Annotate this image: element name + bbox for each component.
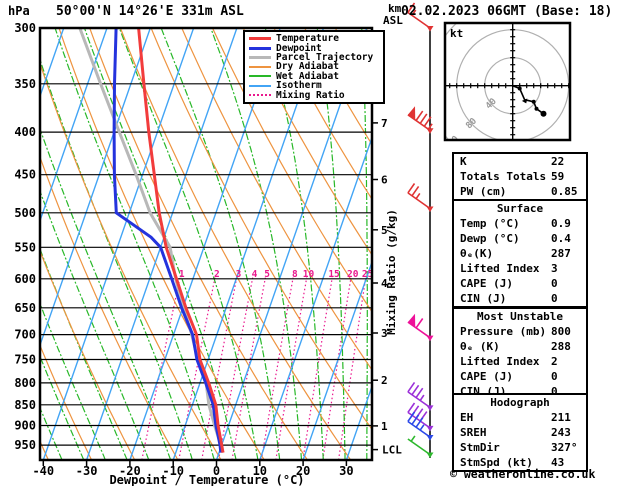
svg-text:1: 1 (179, 269, 185, 280)
svg-text:kt: kt (450, 27, 463, 40)
hodograph-table-title: Hodograph (454, 395, 586, 410)
svg-text:8: 8 (292, 269, 298, 280)
wind-barb-staff (408, 3, 434, 458)
table-row: Lifted Index2 (454, 354, 586, 369)
legend: Temperature Dewpoint Parcel Trajectory D… (243, 30, 385, 104)
legend-item-mixing-ratio: Mixing Ratio (249, 90, 383, 99)
svg-text:850: 850 (14, 398, 36, 412)
svg-text:400: 400 (14, 125, 36, 139)
svg-text:2: 2 (381, 374, 388, 387)
table-row: θₑ(K)287 (454, 246, 586, 261)
table-row: StmDir327° (454, 440, 586, 455)
parcel-line-swatch (249, 56, 271, 59)
svg-text:Dewpoint / Temperature (°C): Dewpoint / Temperature (°C) (109, 473, 304, 486)
svg-text:700: 700 (14, 328, 36, 342)
dry-adiabat-line-swatch (249, 66, 271, 68)
svg-text:350: 350 (14, 77, 36, 91)
mixing-ratio-line-swatch (249, 94, 271, 96)
table-row: Lifted Index3 (454, 261, 586, 276)
svg-text:750: 750 (14, 353, 36, 367)
hodograph-stats-table: Hodograph EH211 SREH243 StmDir327° StmSp… (452, 393, 588, 472)
table-row: SREH243 (454, 425, 586, 440)
svg-text:20: 20 (347, 269, 359, 280)
svg-text:5: 5 (264, 269, 270, 280)
svg-text:-30: -30 (76, 464, 98, 478)
pressure-axis-unit: hPa (8, 4, 30, 18)
svg-text:450: 450 (14, 168, 36, 182)
svg-text:500: 500 (14, 206, 36, 220)
svg-text:300: 300 (14, 21, 36, 35)
svg-text:900: 900 (14, 419, 36, 433)
table-row: Pressure (mb)800 (454, 324, 586, 339)
indices-table: K22 Totals Totals59 PW (cm)0.85 (452, 152, 588, 201)
svg-text:4: 4 (252, 269, 258, 280)
table-row: Totals Totals59 (454, 169, 586, 184)
hodograph: 4080120kt (429, 2, 597, 170)
surface-table-title: Surface (454, 201, 586, 216)
table-row: EH211 (454, 410, 586, 425)
copyright-credit: © weatheronline.co.uk (450, 467, 586, 481)
isotherm-line-swatch (249, 85, 271, 87)
run-datetime: 02.02.2023 06GMT (Base: 18) (401, 4, 612, 19)
table-row: CIN (J)0 (454, 291, 586, 306)
svg-text:600: 600 (14, 272, 36, 286)
most-unstable-table: Most Unstable Pressure (mb)800 θₑ (K)288… (452, 307, 588, 401)
svg-text:Mixing Ratio (g/kg): Mixing Ratio (g/kg) (385, 209, 398, 335)
svg-text:2: 2 (214, 269, 220, 280)
svg-text:6: 6 (381, 174, 388, 187)
dewpoint-line-swatch (249, 47, 271, 50)
table-row: θₑ (K)288 (454, 339, 586, 354)
table-row: CAPE (J)0 (454, 369, 586, 384)
station-title: 50°00'N 14°26'E 331m ASL (56, 4, 244, 19)
svg-text:650: 650 (14, 301, 36, 315)
svg-text:950: 950 (14, 438, 36, 452)
table-row: Dewp (°C)0.4 (454, 231, 586, 246)
svg-text:10: 10 (303, 269, 315, 280)
svg-text:1: 1 (381, 420, 388, 433)
svg-text:3: 3 (236, 269, 242, 280)
sounding-page: 1234581015202530035040045050055060065070… (0, 0, 629, 486)
table-row: PW (cm)0.85 (454, 184, 586, 199)
surface-table: Surface Temp (°C)0.9 Dewp (°C)0.4 θₑ(K)2… (452, 199, 588, 308)
svg-text:550: 550 (14, 240, 36, 254)
legend-item-isotherm: Isotherm (249, 81, 383, 90)
svg-text:30: 30 (339, 464, 353, 478)
table-row: K22 (454, 154, 586, 169)
svg-text:800: 800 (14, 376, 36, 390)
wet-adiabat-line-swatch (249, 75, 271, 77)
table-row: CAPE (J)0 (454, 276, 586, 291)
temperature-line-swatch (249, 37, 271, 40)
most-unstable-table-title: Most Unstable (454, 309, 586, 324)
svg-text:15: 15 (328, 269, 340, 280)
legend-item-temperature: Temperature (249, 34, 383, 43)
svg-text:LCL: LCL (382, 444, 402, 457)
table-row: Temp (°C)0.9 (454, 216, 586, 231)
svg-text:-40: -40 (32, 464, 54, 478)
svg-text:7: 7 (381, 117, 388, 130)
